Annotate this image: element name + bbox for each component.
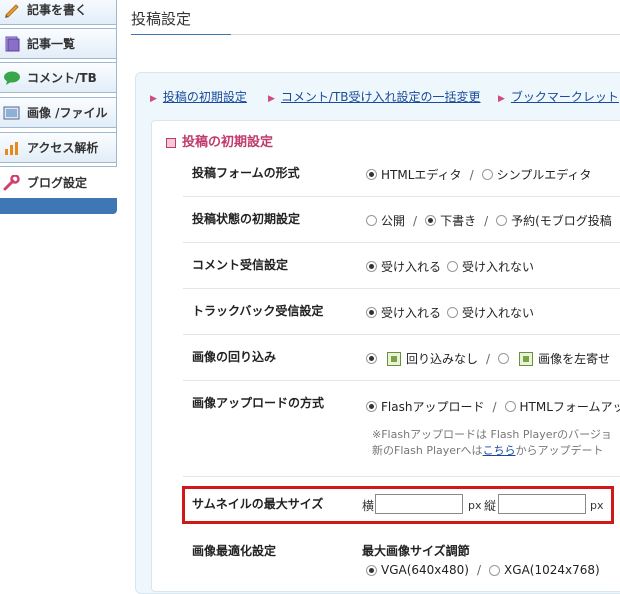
tab-post-defaults[interactable]: ▶ 投稿の初期設定 (150, 88, 247, 105)
row-divider (183, 242, 620, 243)
sidebar-item-label: アクセス解析 (27, 141, 99, 155)
flash-note: ※Flashアップロードは Flash Playerのバージョ (372, 428, 612, 441)
radio-wrap-left[interactable] (498, 353, 510, 364)
sidebar-item-blog-settings[interactable]: ブログ設定 (0, 166, 117, 198)
max-image-size-heading: 最大画像サイズ調節 (362, 544, 470, 558)
form-type-options: HTMLエディタ / シンプルエディタ (366, 166, 591, 183)
thumbnail-height-unit: px (590, 499, 604, 512)
triangle-right-icon: ▶ (268, 94, 275, 104)
speech-bubble-icon (3, 70, 21, 86)
wrench-icon (3, 173, 21, 191)
row-divider (183, 380, 620, 381)
sidebar-item-comments[interactable]: コメント/TB (0, 62, 117, 93)
tab-comment-tb-bulk[interactable]: ▶ コメント/TB受け入れ設定の一括変更 (268, 88, 481, 105)
row-divider (183, 196, 620, 197)
thumbnail-width-label: 横 (362, 499, 375, 513)
thumbnail-width-input[interactable] (375, 494, 463, 514)
radio-trackback-accept[interactable] (366, 307, 377, 318)
sidebar-item-post-list[interactable]: 記事一覧 (0, 28, 117, 59)
pencil-icon (3, 2, 21, 18)
row-divider (183, 288, 620, 289)
sidebar-item-label: 画像 /ファイル (27, 106, 108, 120)
sidebar-item-label: 記事を書く (27, 3, 88, 17)
radio-wrap-none[interactable] (366, 353, 377, 364)
radio-public[interactable] (366, 215, 377, 226)
form-type-label: 投稿フォームの形式 (192, 166, 300, 180)
page-title: 投稿設定 (131, 10, 192, 28)
document-icon (3, 36, 21, 52)
sidebar: 記事を書く 記事一覧 コメント/TB 画像 /ファイル アクセス解析 ブログ設定 (0, 0, 117, 214)
image-file-icon (3, 105, 21, 121)
radio-comment-accept[interactable] (366, 261, 377, 272)
tab-bookmarklet[interactable]: ▶ ブックマークレット (498, 88, 619, 105)
row-divider (183, 476, 620, 477)
post-state-options: 公開 / 下書き / 予約(モブログ投稿 (366, 212, 612, 229)
comment-receive-label: コメント受信設定 (192, 258, 289, 272)
title-underline (131, 34, 231, 35)
sidebar-item-label: ブログ設定 (27, 176, 88, 190)
sidebar-item-images[interactable]: 画像 /ファイル (0, 97, 117, 128)
row-divider (183, 334, 620, 335)
upload-method-label: 画像アップロードの方式 (192, 396, 325, 410)
title-divider (231, 34, 620, 35)
thumbnail-height-label: 縦 (484, 499, 497, 513)
sidebar-item-label: 記事一覧 (27, 37, 76, 51)
sidebar-active-bar (0, 198, 117, 214)
section-title: 投稿の初期設定 (166, 131, 273, 150)
square-bullet-icon (166, 137, 176, 148)
radio-html-form-upload[interactable] (504, 401, 516, 412)
wrap-left-icon (519, 351, 534, 366)
bar-chart-icon (3, 140, 21, 156)
image-optimize-label: 画像最適化設定 (192, 544, 277, 558)
radio-comment-reject[interactable] (447, 261, 459, 272)
thumbnail-width-unit: px (468, 499, 482, 512)
wrap-none-icon (387, 351, 401, 366)
image-wrap-options: 回り込みなし / 画像を左寄せ (366, 350, 610, 367)
radio-xga[interactable] (489, 564, 501, 576)
image-wrap-label: 画像の回り込み (192, 350, 277, 364)
sidebar-item-write-post[interactable]: 記事を書く (0, 0, 117, 25)
post-state-label: 投稿状態の初期設定 (192, 212, 301, 226)
flash-update-link[interactable]: こちら (483, 444, 516, 457)
flash-update-note: 新のFlash Playerへはこちらからアップデート (372, 444, 604, 457)
radio-draft[interactable] (425, 215, 437, 226)
image-optimize-options: VGA(640x480) / XGA(1024x768) (366, 563, 600, 577)
radio-scheduled[interactable] (496, 215, 508, 226)
radio-simple-editor[interactable] (481, 169, 493, 180)
triangle-right-icon: ▶ (150, 94, 157, 104)
radio-trackback-reject[interactable] (447, 307, 459, 318)
sidebar-item-access-analytics[interactable]: アクセス解析 (0, 132, 117, 163)
trackback-receive-label: トラックバック受信設定 (192, 304, 324, 318)
upload-method-options: Flashアップロード / HTMLフォームアップ (366, 398, 620, 415)
comment-receive-options: 受け入れる 受け入れない (366, 258, 534, 275)
radio-vga[interactable] (366, 564, 377, 576)
radio-flash-upload[interactable] (366, 401, 377, 412)
sub-navigation: ▶ 投稿の初期設定 ▶ コメント/TB受け入れ設定の一括変更 ▶ ブックマークレット (150, 88, 620, 108)
trackback-receive-options: 受け入れる 受け入れない (366, 304, 534, 321)
triangle-right-icon: ▶ (498, 94, 505, 104)
thumbnail-height-input[interactable] (498, 494, 586, 514)
sidebar-item-label: コメント/TB (27, 71, 97, 85)
radio-html-editor[interactable] (366, 169, 377, 180)
thumbnail-size-label: サムネイルの最大サイズ (192, 497, 324, 511)
